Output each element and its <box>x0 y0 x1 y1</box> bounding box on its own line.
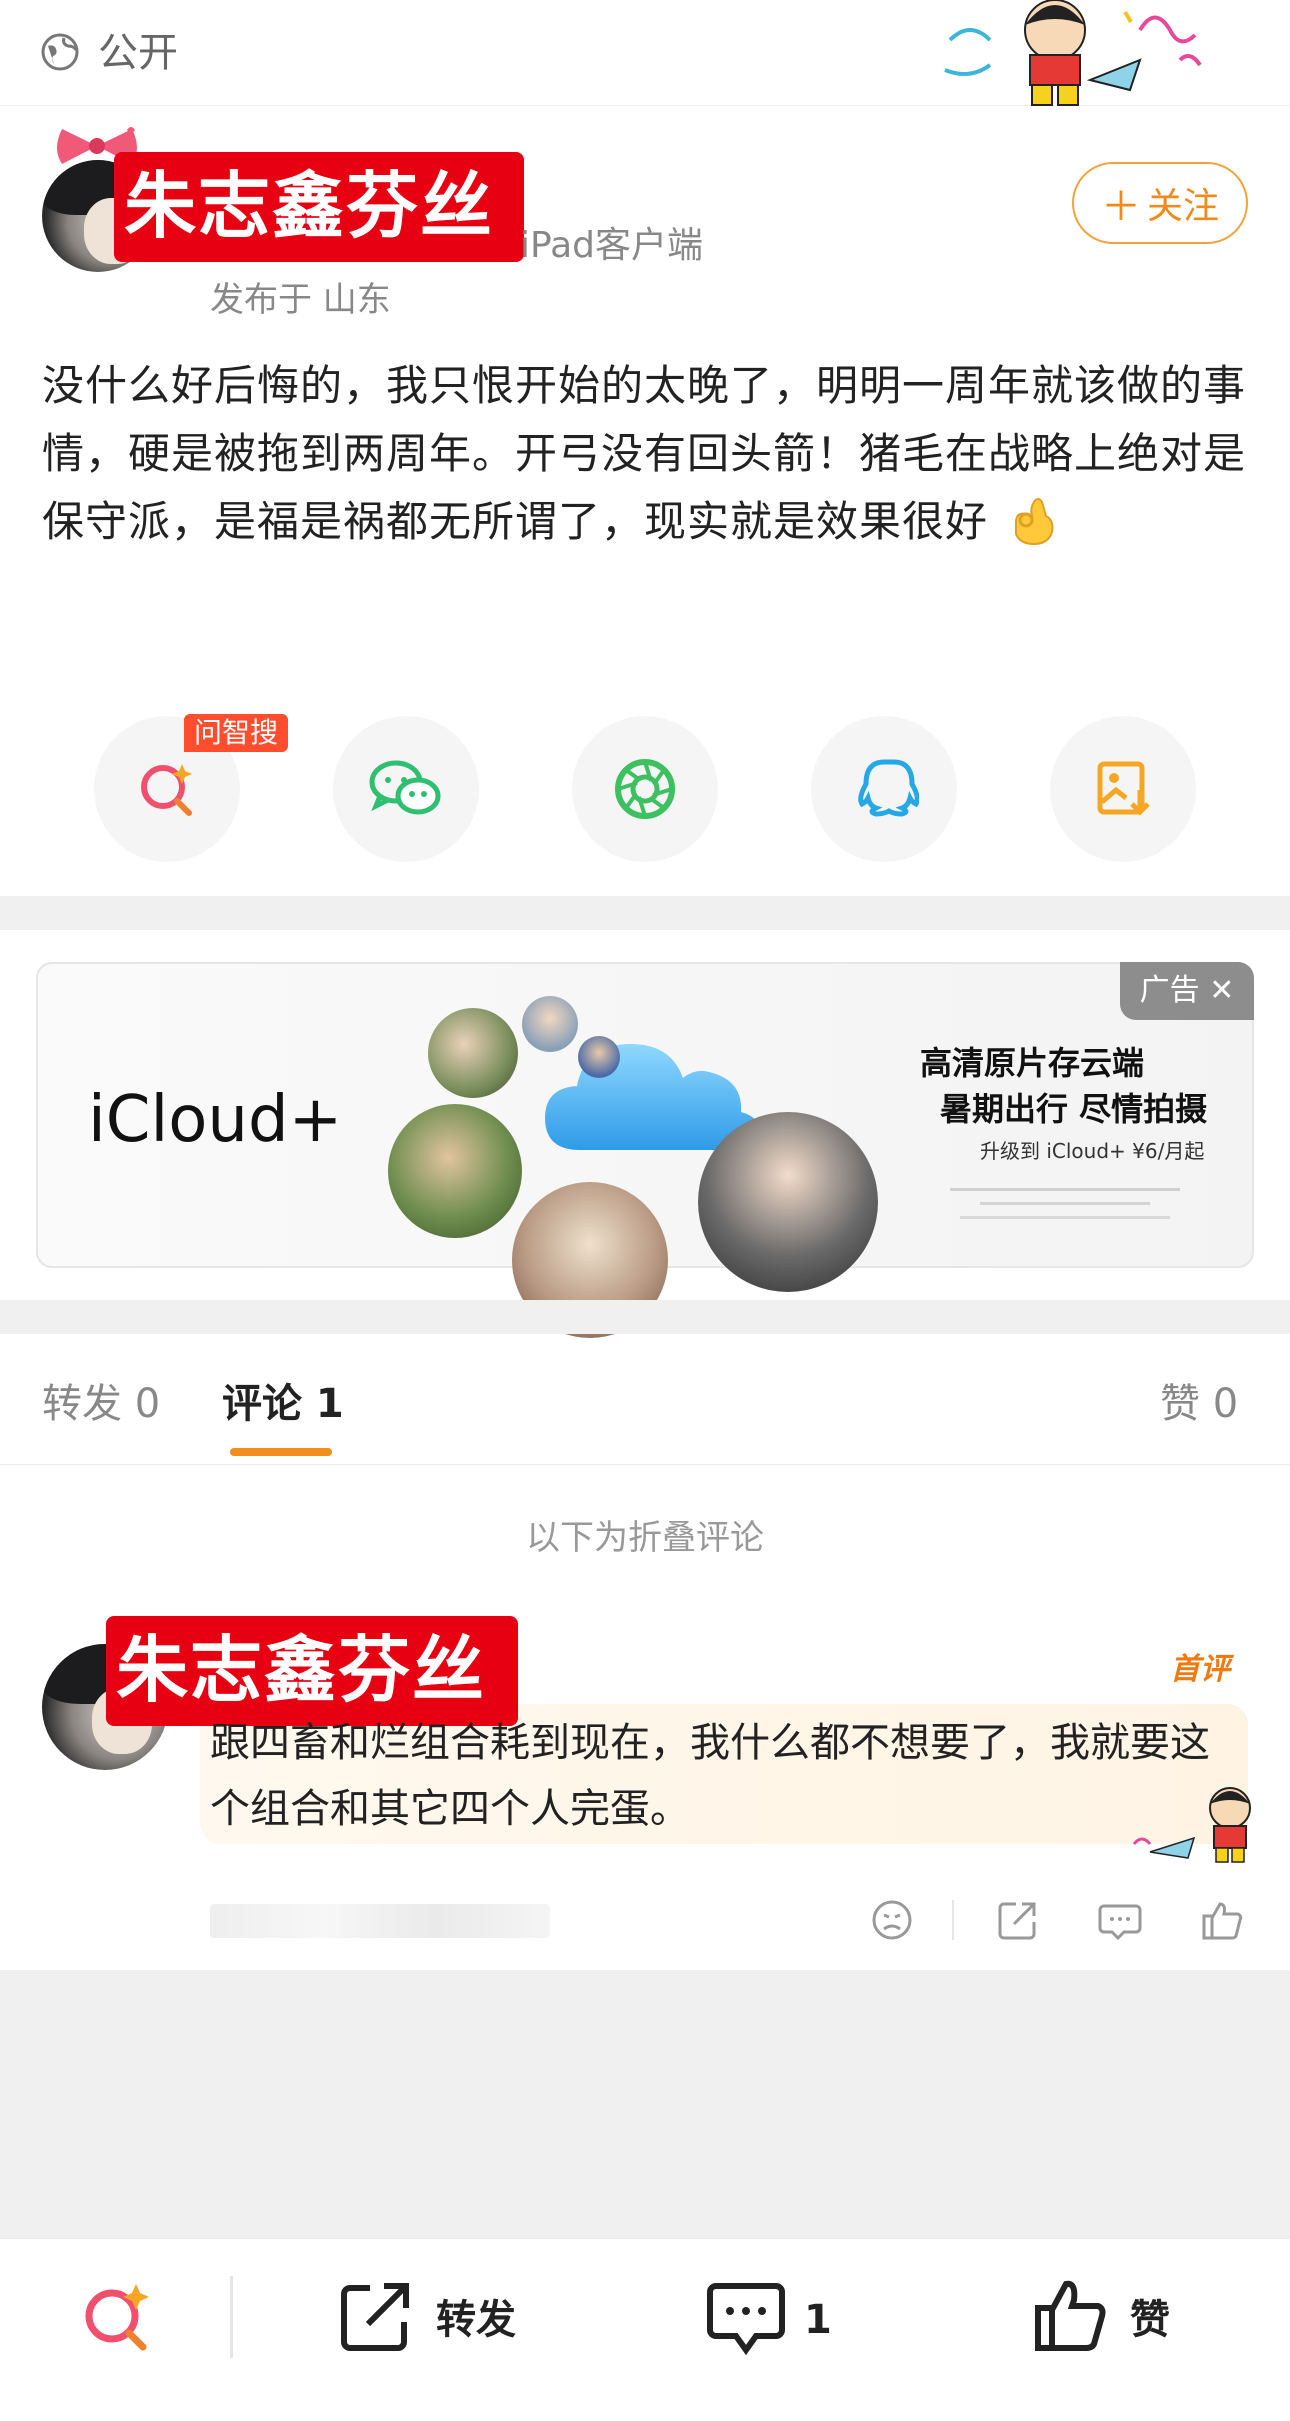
section-divider <box>0 896 1290 930</box>
visibility-label: 公开 <box>98 30 178 76</box>
thumbs-up-icon <box>1035 2280 1106 2351</box>
ad-close-button[interactable]: 广告 ✕ <box>1120 962 1254 1020</box>
empty-area <box>0 1970 1290 2238</box>
tabs-divider <box>0 1464 1290 1465</box>
ad-photo <box>388 1104 522 1238</box>
comment-button[interactable]: 1 <box>704 2274 904 2360</box>
like-button[interactable]: 赞 <box>1030 2274 1230 2360</box>
folded-comments-notice[interactable]: 以下为折叠评论 <box>0 1514 1290 1562</box>
post-location: 发布于 山东 <box>210 280 391 320</box>
cartoon-sticker-icon <box>944 0 1202 106</box>
follow-label: 关注 <box>1146 186 1219 227</box>
comment-icon <box>707 2283 785 2356</box>
tab-comments[interactable]: 评论 1 <box>222 1376 344 1432</box>
ad-label: 广告 <box>1139 973 1200 1008</box>
ad-photo <box>522 996 578 1052</box>
qq-icon <box>858 759 919 817</box>
ai-search-icon[interactable] <box>76 2276 158 2358</box>
repost-label: 转发 <box>436 2297 516 2343</box>
post-text: 没什么好后悔的，我只恨开始的太晚了，明明一周年就该做的事情，硬是被拖到两周年。开… <box>42 361 1247 546</box>
ad-brand: iCloud+ <box>88 1083 343 1157</box>
ad-subheadline: 暑期出行 尽情拍摄 <box>940 1090 1208 1128</box>
save-image-icon <box>1097 761 1150 816</box>
section-divider <box>0 1300 1290 1334</box>
tab-repost[interactable]: 转发 0 <box>42 1376 160 1432</box>
reply-icon[interactable] <box>1096 1896 1144 1944</box>
ai-search-badge: 问智搜 <box>184 714 289 752</box>
tab-active-indicator <box>230 1448 332 1456</box>
repost-icon <box>341 2283 409 2351</box>
ad-photo <box>698 1112 878 1292</box>
moments-icon <box>615 759 675 819</box>
follow-button[interactable]: ＋ 关注 <box>1072 162 1248 244</box>
ad-headline: 高清原片存云端 <box>920 1044 1145 1082</box>
qq-share-button[interactable] <box>811 716 957 862</box>
ad-photo <box>428 1008 518 1098</box>
dislike-icon[interactable] <box>868 1896 916 1944</box>
wechat-share-button[interactable] <box>333 716 479 862</box>
share-icon[interactable] <box>994 1896 1042 1944</box>
tab-likes[interactable]: 赞 0 <box>1160 1376 1238 1432</box>
ad-photo <box>578 1036 620 1078</box>
first-comment-tag: 首评 <box>1170 1652 1230 1687</box>
globe-icon <box>41 33 79 71</box>
icon-divider <box>952 1900 954 1940</box>
comment-meta-blurred <box>210 1904 550 1938</box>
commenter-name[interactable]: 朱志鑫芬丝 <box>116 1622 486 1718</box>
post-client: iPad客户端 <box>520 225 704 266</box>
comment-count: 1 <box>804 2297 832 2343</box>
like-icon[interactable] <box>1198 1896 1246 1944</box>
moments-share-button[interactable] <box>572 716 718 862</box>
wechat-icon <box>369 760 441 815</box>
close-icon: ✕ <box>1209 973 1235 1008</box>
ad-offer: 升级到 iCloud+ ¥6/月起 <box>980 1139 1205 1163</box>
like-label: 赞 <box>1130 2297 1170 2343</box>
comment-text: 跟四畜和烂组合耗到现在，我什么都不想要了，我就要这个组合和其它四个人完蛋。 <box>210 1720 1210 1832</box>
cartoon-sticker-icon <box>1132 1787 1251 1863</box>
repost-button[interactable]: 转发 <box>336 2274 596 2360</box>
plus-icon: ＋ <box>1100 184 1141 230</box>
post-body: 没什么好后悔的，我只恨开始的太晚了，明明一周年就该做的事情，硬是被拖到两周年。开… <box>42 352 1252 556</box>
author-name[interactable]: 朱志鑫芬丝 <box>124 158 494 254</box>
ok-hand-emoji-icon <box>1015 498 1054 546</box>
ai-search-icon <box>141 764 192 816</box>
bottom-divider <box>230 2276 233 2358</box>
ad-fine-print <box>950 1188 1180 1219</box>
save-image-share-button[interactable] <box>1050 716 1196 862</box>
